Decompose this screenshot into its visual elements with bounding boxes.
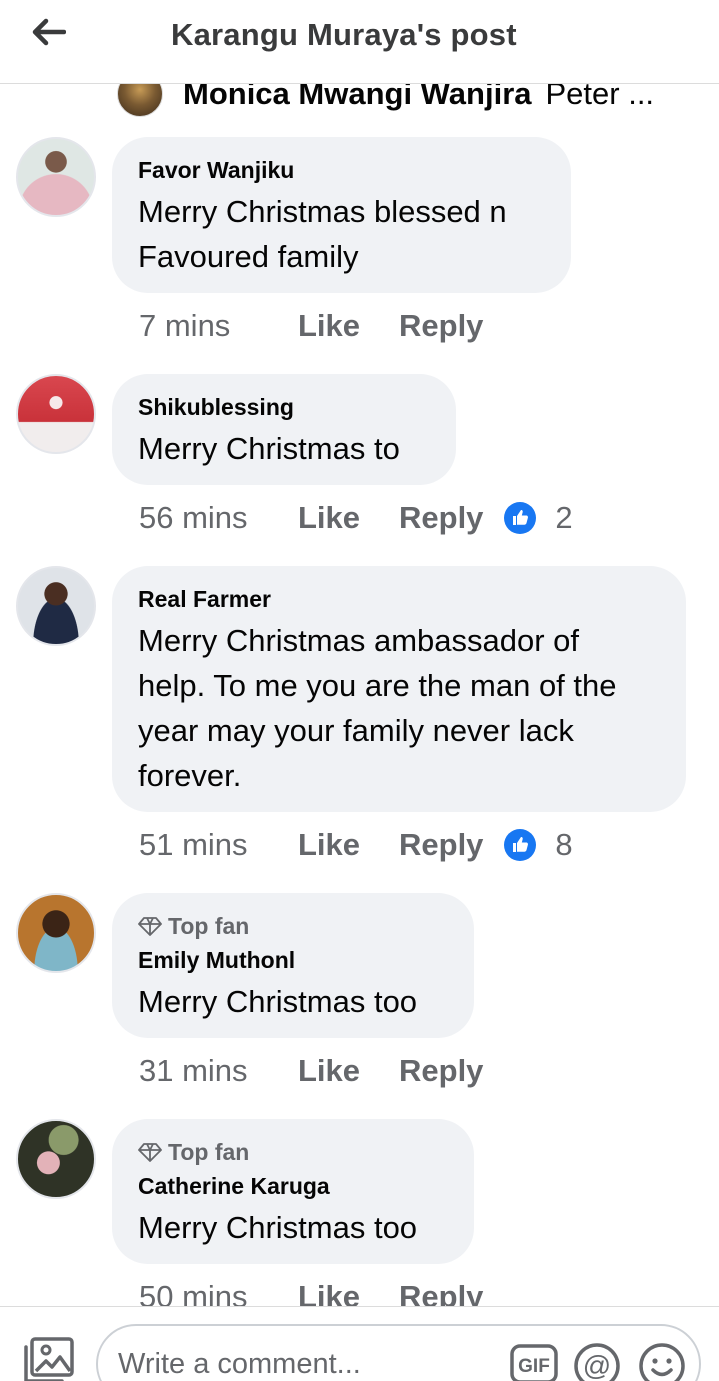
comment-bubble[interactable]: Top fan Catherine Karuga Merry Christmas… (112, 1119, 474, 1264)
avatar[interactable] (16, 893, 96, 973)
reply-button[interactable]: Reply (399, 827, 483, 863)
comment-actions: 51 mins Like Reply 8 (139, 827, 573, 863)
comment-bubble[interactable]: Real Farmer Merry Christmas ambassador o… (112, 566, 686, 812)
avatar[interactable] (16, 566, 96, 646)
gif-label: GIF (518, 1356, 550, 1377)
avatar (117, 84, 163, 117)
thumbs-up-icon (504, 502, 537, 534)
reaction-summary[interactable]: 2 (503, 500, 573, 536)
comments-list[interactable]: Monica Mwangi Wanjira Peter ... Favor Wa… (0, 84, 719, 1306)
avatar[interactable] (16, 374, 96, 454)
comment-actions: 56 mins Like Reply 2 (139, 500, 573, 536)
reply-author-names[interactable]: Monica Mwangi Wanjira (183, 84, 532, 112)
comment-text: Merry Christmas too (138, 1205, 448, 1250)
comment-line: forever. (138, 758, 242, 793)
comment-text: Merry Christmas to (138, 426, 430, 471)
comment-author[interactable]: Emily Muthonl (138, 945, 448, 975)
like-button[interactable]: Like (298, 1053, 399, 1089)
comment-line: Favoured family (138, 239, 359, 274)
comment-bubble[interactable]: Shikublessing Merry Christmas to (112, 374, 456, 485)
reaction-count: 2 (555, 500, 573, 535)
comment-text: Merry Christmas too (138, 979, 448, 1024)
reply-more-names: Peter ... (545, 84, 655, 111)
comment-line: Merry Christmas blessed n (138, 194, 507, 229)
comment-author[interactable]: Shikublessing (138, 392, 430, 422)
comment-actions: 50 mins Like Reply (139, 1279, 483, 1306)
comment-author[interactable]: Favor Wanjiku (138, 155, 545, 185)
page-title: Karangu Muraya's post (171, 17, 517, 52)
top-fan-badge: Top fan (138, 1137, 448, 1167)
mention-label: @ (583, 1350, 611, 1381)
diamond-icon (138, 917, 162, 936)
comment-actions: 7 mins Like Reply (139, 308, 483, 344)
comment-input[interactable]: Write a comment... GIF @ (96, 1324, 701, 1381)
add-photo-button[interactable] (22, 1335, 76, 1381)
comment-placeholder: Write a comment... (118, 1348, 361, 1380)
comment-text: Merry Christmas blessed n Favoured famil… (138, 189, 545, 279)
top-fan-label: Top fan (168, 913, 250, 939)
like-button[interactable]: Like (298, 1279, 399, 1306)
diamond-icon (138, 1143, 162, 1162)
like-button[interactable]: Like (298, 308, 399, 344)
comment-timestamp: 56 mins (139, 500, 248, 535)
comment-line: Merry Christmas too (138, 984, 418, 1019)
reply-button[interactable]: Reply (399, 308, 483, 344)
like-button[interactable]: Like (298, 827, 399, 863)
comment-timestamp: 7 mins (139, 308, 231, 343)
comment-bubble[interactable]: Favor Wanjiku Merry Christmas blessed n … (112, 137, 571, 293)
comment-bubble[interactable]: Top fan Emily Muthonl Merry Christmas to… (112, 893, 474, 1038)
arrow-left-icon (32, 18, 66, 46)
comment-composer: Write a comment... GIF @ (0, 1306, 719, 1381)
back-button[interactable] (26, 12, 70, 52)
reply-button[interactable]: Reply (399, 1279, 483, 1306)
avatar[interactable] (16, 137, 96, 217)
avatar[interactable] (16, 1119, 96, 1199)
mention-icon[interactable]: @ (573, 1342, 621, 1381)
comment-author[interactable]: Real Farmer (138, 584, 660, 614)
emoji-icon[interactable] (638, 1342, 686, 1381)
thumbs-up-icon (504, 829, 537, 861)
photo-icon (24, 1337, 74, 1381)
reaction-count: 8 (555, 827, 573, 862)
comment-actions: 31 mins Like Reply (139, 1053, 483, 1089)
previous-replies-strip[interactable]: Monica Mwangi Wanjira Peter ... (117, 84, 655, 117)
top-fan-label: Top fan (168, 1139, 250, 1165)
top-fan-badge: Top fan (138, 911, 448, 941)
reply-button[interactable]: Reply (399, 500, 483, 536)
reply-button[interactable]: Reply (399, 1053, 483, 1089)
comment-timestamp: 51 mins (139, 827, 248, 862)
comment-author[interactable]: Catherine Karuga (138, 1171, 448, 1201)
comment-line: help. To me you are the man of the (138, 668, 617, 703)
comment-line: year may your family never lack (138, 713, 574, 748)
comment-line: Merry Christmas to (138, 431, 400, 466)
top-app-bar: Karangu Muraya's post (0, 0, 719, 84)
comment-timestamp: 31 mins (139, 1053, 248, 1088)
like-button[interactable]: Like (298, 500, 399, 536)
reaction-summary[interactable]: 8 (503, 827, 573, 863)
gif-icon[interactable]: GIF (510, 1344, 558, 1381)
comment-text: Merry Christmas ambassador of help. To m… (138, 618, 660, 798)
comment-line: Merry Christmas ambassador of (138, 623, 580, 658)
comment-timestamp: 50 mins (139, 1279, 248, 1306)
comment-line: Merry Christmas too (138, 1210, 418, 1245)
